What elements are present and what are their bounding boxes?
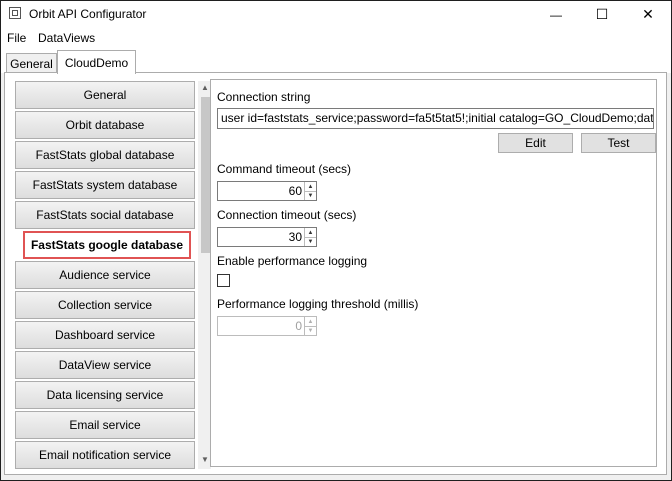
command-timeout-stepper[interactable]: 60 ▲ ▼	[217, 181, 317, 201]
menu-dataviews[interactable]: DataViews	[38, 31, 95, 45]
stepper-arrows: ▲ ▼	[304, 182, 316, 200]
tab-general[interactable]: General	[6, 53, 57, 74]
connection-timeout-label: Connection timeout (secs)	[217, 208, 357, 222]
sidebar-item-label: Email notification service	[38, 448, 172, 462]
sidebar-item-data-licensing-service[interactable]: Data licensing service	[15, 381, 195, 409]
perf-threshold-value: 0	[295, 319, 302, 333]
sidebar-item-email-notification-service[interactable]: Email notification service	[15, 441, 195, 469]
sidebar-item-label: FastStats social database	[36, 208, 174, 222]
maximize-button[interactable]: ☐	[579, 1, 625, 28]
connection-timeout-value[interactable]: 30	[289, 230, 302, 244]
perf-threshold-stepper: 0 ▲ ▼	[217, 316, 317, 336]
tab-label: General	[10, 57, 53, 71]
sidebar-item-faststats-social-database[interactable]: FastStats social database	[15, 201, 195, 229]
sidebar-item-label: Audience service	[59, 268, 151, 282]
sidebar-item-general[interactable]: General	[15, 81, 195, 109]
sidebar-item-collection-service[interactable]: Collection service	[15, 291, 195, 319]
sidebar-item-label: DataView service	[58, 358, 152, 372]
tab-label: CloudDemo	[64, 55, 129, 70]
sidebar-item-faststats-system-database[interactable]: FastStats system database	[15, 171, 195, 199]
sidebar-item-audience-service[interactable]: Audience service	[15, 261, 195, 289]
maximize-icon: ☐	[595, 6, 609, 22]
stepper-down-icon[interactable]: ▼	[305, 237, 316, 246]
sidebar-item-label: General	[83, 88, 127, 102]
sidebar-item-dataview-service[interactable]: DataView service	[15, 351, 195, 379]
close-icon: ✕	[642, 6, 654, 22]
perf-logging-checkbox[interactable]	[217, 274, 230, 287]
stepper-down-icon: ▼	[307, 327, 314, 334]
scroll-down-icon[interactable]: ▼	[201, 455, 209, 464]
stepper-arrows: ▲ ▼	[304, 228, 316, 246]
menu-bar: File DataViews	[1, 28, 671, 48]
sidebar-item-label: Collection service	[57, 298, 153, 312]
tab-clouddemo[interactable]: CloudDemo	[57, 50, 136, 74]
minimize-button[interactable]: —	[533, 1, 579, 28]
tab-strip: General CloudDemo	[1, 48, 671, 74]
app-icon	[9, 7, 21, 19]
title-bar: Orbit API Configurator — ☐ ✕	[1, 1, 671, 28]
sidebar-item-label: Email service	[69, 418, 141, 432]
sidebar-item-dashboard-service[interactable]: Dashboard service	[15, 321, 195, 349]
minimize-icon: —	[550, 7, 562, 22]
app-window: Orbit API Configurator — ☐ ✕ File DataVi…	[0, 0, 672, 481]
sidebar-list: General Orbit database FastStats global …	[13, 81, 211, 469]
connection-string-field[interactable]: user id=faststats_service;password=fa5t5…	[217, 108, 654, 129]
edit-button[interactable]: Edit	[498, 133, 573, 153]
scroll-up-icon[interactable]: ▲	[201, 83, 209, 92]
window-title: Orbit API Configurator	[29, 7, 147, 21]
sidebar-item-orbit-database[interactable]: Orbit database	[15, 111, 195, 139]
command-timeout-label: Command timeout (secs)	[217, 162, 352, 176]
connection-timeout-stepper[interactable]: 30 ▲ ▼	[217, 227, 317, 247]
sidebar-item-faststats-google-database[interactable]: FastStats google database	[23, 231, 191, 259]
sidebar-item-label: Dashboard service	[54, 328, 156, 342]
perf-logging-label: Enable performance logging	[217, 254, 368, 268]
sidebar-item-faststats-global-database[interactable]: FastStats global database	[15, 141, 195, 169]
tab-content: General Orbit database FastStats global …	[4, 72, 667, 475]
stepper-arrows: ▲ ▼	[304, 317, 316, 335]
sidebar-item-label: Orbit database	[65, 118, 145, 132]
sidebar-item-label: FastStats global database	[35, 148, 175, 162]
sidebar-item-email-service[interactable]: Email service	[15, 411, 195, 439]
test-button[interactable]: Test	[581, 133, 656, 153]
perf-threshold-label: Performance logging threshold (millis)	[217, 297, 419, 311]
command-timeout-value[interactable]: 60	[289, 184, 302, 198]
close-button[interactable]: ✕	[625, 1, 671, 28]
sidebar-item-label: FastStats google database	[30, 238, 184, 252]
settings-panel: Connection string user id=faststats_serv…	[210, 79, 657, 467]
sidebar-item-label: FastStats system database	[32, 178, 178, 192]
stepper-down-icon[interactable]: ▼	[305, 191, 316, 200]
connection-string-label: Connection string	[217, 90, 311, 104]
menu-file[interactable]: File	[7, 31, 26, 45]
sidebar-item-label: Data licensing service	[46, 388, 164, 402]
